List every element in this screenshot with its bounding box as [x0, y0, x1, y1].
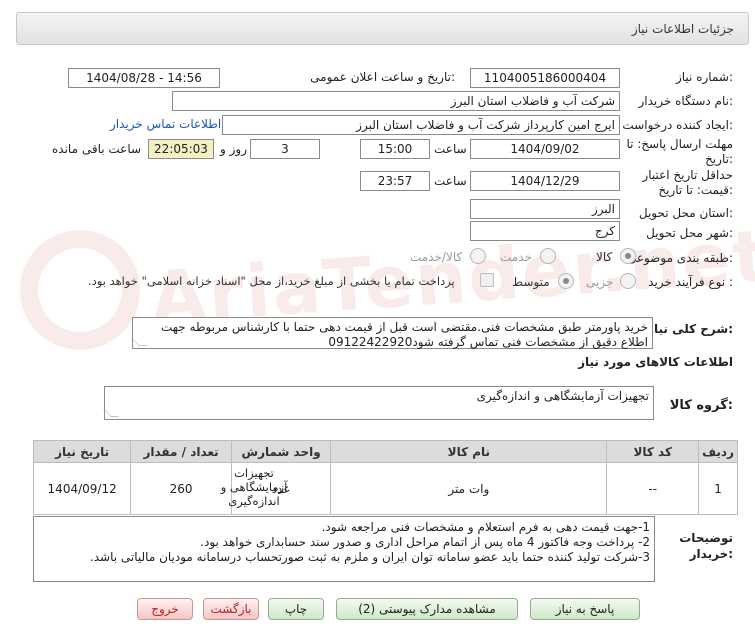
cell-name: وات متر	[330, 462, 608, 515]
validity-label-2: قیمت: تا تاریخ:	[658, 183, 733, 197]
process-option-medium: متوسط	[512, 275, 550, 289]
header-panel: جزئیات اطلاعات نیاز	[16, 12, 749, 45]
col-header-need-date: تاریخ نیاز	[32, 440, 132, 463]
deadline-date-field[interactable]: 1404/09/02	[470, 139, 620, 159]
city-label: شهر محل تحویل:	[646, 226, 733, 240]
buyer-contact-link[interactable]: اطلاعات تماس خریدار	[110, 117, 221, 131]
deadline-label-1: مهلت ارسال پاسخ: تا	[626, 137, 733, 151]
watermark-logo	[20, 230, 140, 350]
need-number-field[interactable]: 1104005186000404	[470, 68, 620, 88]
goods-group-value: تجهیزات آزمایشگاهی و اندازه‌گیری	[476, 389, 649, 403]
category-radio-both[interactable]	[470, 248, 486, 264]
treasury-checkbox[interactable]	[480, 273, 494, 287]
col-header-row-no: ردیف	[698, 440, 738, 463]
category-option-goods: کالا	[596, 250, 613, 264]
buyer-notes-label-1: توضیحات	[679, 531, 733, 545]
print-button[interactable]: چاپ	[268, 598, 324, 620]
description-label: شرح کلی نیاز:	[647, 322, 733, 336]
remaining-time-field: 22:05:03	[148, 139, 214, 159]
days-label: روز و	[220, 142, 247, 156]
col-header-name: نام کالا	[330, 440, 608, 463]
description-text: خرید پاورمتر طبق مشخصات فنی.مقتضی است قب…	[160, 320, 648, 349]
process-radio-minor[interactable]	[620, 273, 636, 289]
province-label: استان محل تحویل:	[638, 206, 733, 220]
goods-info-title: اطلاعات کالاهای مورد نیاز	[578, 355, 733, 369]
remaining-label: ساعت باقی مانده	[52, 142, 142, 156]
process-option-minor: جزیی	[586, 275, 614, 289]
announce-field[interactable]: 1404/08/28 - 14:56	[68, 68, 220, 88]
buyer-org-field[interactable]: شرکت آب و فاضلاب استان البرز	[172, 91, 620, 111]
cell-group: تجهیزات آزمایشگاهی و اندازه‌گیری	[220, 466, 288, 508]
description-textarea[interactable]: خرید پاورمتر طبق مشخصات فنی.مقتضی است قب…	[131, 317, 653, 349]
validity-time-field[interactable]: 23:57	[360, 171, 430, 191]
category-option-both: کالا/خدمت	[410, 250, 463, 264]
requester-field[interactable]: ایرج امین کارپرداز شرکت آب و فاضلاب استا…	[222, 115, 620, 135]
process-radio-medium[interactable]	[558, 273, 574, 289]
items-table: ردیف کد کالا نام کالا واحد شمارش تعداد /…	[32, 440, 738, 515]
resize-grip-icon[interactable]	[103, 409, 119, 417]
cell-need-date: 1404/09/12	[32, 462, 132, 515]
validity-time-label: ساعت	[434, 174, 467, 188]
buyer-notes-label-2: خریدار:	[689, 547, 733, 561]
col-header-code: کد کالا	[606, 440, 700, 463]
goods-group-label: گروه کالا:	[669, 398, 733, 413]
deadline-time-label: ساعت	[434, 142, 467, 156]
goods-group-field[interactable]: تجهیزات آزمایشگاهی و اندازه‌گیری	[103, 386, 654, 420]
exit-button[interactable]: خروج	[137, 598, 193, 620]
col-header-unit: واحد شمارش	[230, 440, 332, 463]
payment-note: پرداخت تمام یا بخشی از مبلغ خرید،از محل …	[88, 274, 455, 288]
category-label: طبقه بندی موضوعی:	[626, 251, 733, 265]
page-title: جزئیات اطلاعات نیاز	[631, 22, 734, 36]
need-number-label: شماره نیاز:	[675, 70, 733, 84]
city-field[interactable]: کرج	[470, 221, 620, 241]
category-option-service: خدمت	[500, 250, 532, 264]
cell-code: --	[606, 462, 700, 515]
deadline-time-field[interactable]: 15:00	[360, 139, 430, 159]
buyer-note-line: 1-جهت قیمت دهی به فرم استعلام و مشخصات ف…	[321, 520, 650, 534]
buyer-notes-box: 1-جهت قیمت دهی به فرم استعلام و مشخصات ف…	[33, 516, 655, 582]
reply-button[interactable]: پاسخ به نیاز	[530, 598, 640, 620]
announce-label: تاریخ و ساعت اعلان عمومی:	[310, 70, 455, 84]
category-radio-service[interactable]	[540, 248, 556, 264]
back-button[interactable]: بازگشت	[203, 598, 259, 620]
validity-date-field[interactable]: 1404/12/29	[470, 171, 620, 191]
buyer-org-label: نام دستگاه خریدار:	[638, 94, 734, 108]
buyer-note-line: 2- پرداخت وجه فاکتور 4 ماه پس از اتمام م…	[200, 535, 650, 549]
col-header-qty: تعداد / مقدار	[130, 440, 232, 463]
requester-label: ایجاد کننده درخواست:	[622, 118, 733, 132]
days-field[interactable]: 3	[250, 139, 320, 159]
category-radio-goods[interactable]	[620, 248, 636, 264]
validity-label-1: حداقل تاریخ اعتبار	[642, 168, 733, 182]
cell-row-no: 1	[698, 462, 738, 515]
table-header-row: ردیف کد کالا نام کالا واحد شمارش تعداد /…	[32, 440, 738, 463]
deadline-label-2: تاریخ:	[705, 152, 733, 166]
process-label: نوع فرآیند خرید :	[648, 275, 733, 289]
attachments-button[interactable]: مشاهده مدارک پیوستی (2)	[336, 598, 518, 620]
buyer-note-line: 3-شرکت تولید کننده حتما باید عضو سامانه …	[89, 550, 650, 564]
table-row[interactable]: 1 -- وات متر عدد 260 1404/09/12	[32, 462, 738, 515]
province-field[interactable]: البرز	[470, 199, 620, 219]
resize-grip-icon[interactable]	[131, 338, 147, 346]
